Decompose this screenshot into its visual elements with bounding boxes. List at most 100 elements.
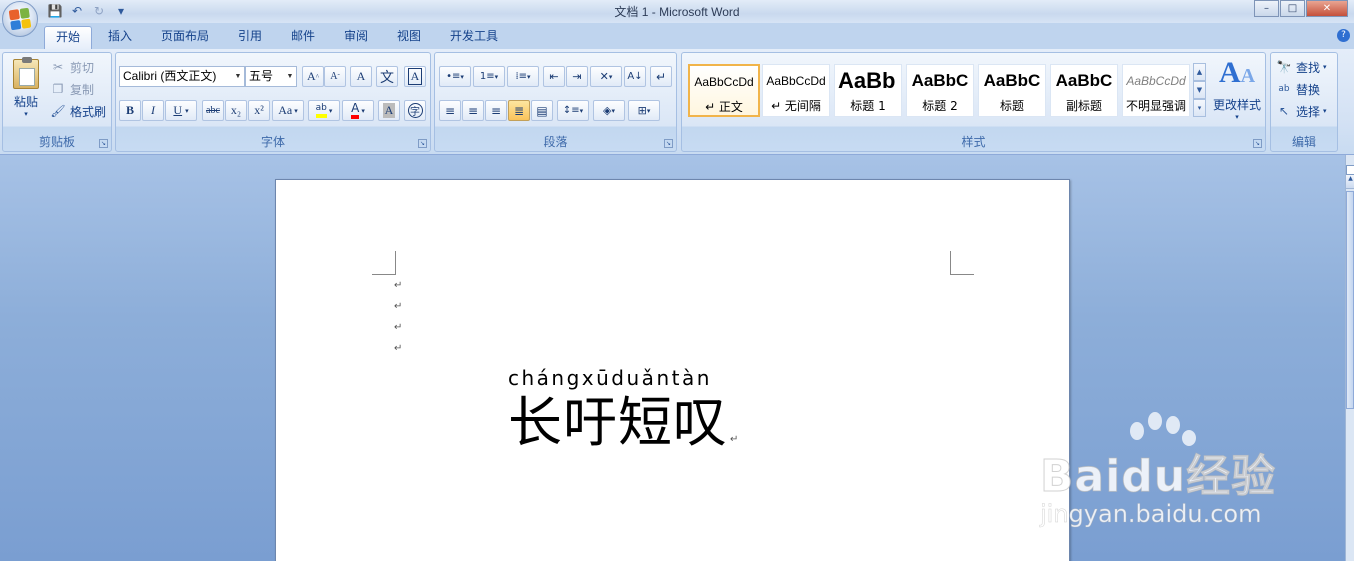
format-painter-button[interactable]: 🖌 格式刷: [49, 101, 106, 121]
font-size-value: 五号: [249, 69, 274, 83]
show-marks-button[interactable]: ↵: [650, 66, 672, 87]
copy-button[interactable]: ❐ 复制: [49, 79, 94, 99]
chevron-down-icon: ▾: [460, 72, 464, 81]
scroll-up-icon[interactable]: ▲: [1346, 175, 1354, 189]
style-sample: AaBbCcDd: [1126, 74, 1186, 88]
numbering-button[interactable]: 1≡ ▾: [473, 66, 505, 87]
office-button[interactable]: [2, 1, 38, 37]
justify-button[interactable]: ≣: [508, 100, 530, 121]
help-icon[interactable]: ?: [1337, 29, 1350, 42]
minimize-button[interactable]: –: [1254, 0, 1279, 17]
bold-button[interactable]: B: [119, 100, 141, 121]
distributed-button[interactable]: ▤: [531, 100, 553, 121]
align-left-icon: ≡: [444, 103, 456, 118]
enclose-characters-button[interactable]: 字: [404, 100, 426, 121]
paint-bucket-icon: ◈: [603, 104, 612, 117]
replace-button[interactable]: ab 替换: [1275, 79, 1320, 99]
shrink-font-button[interactable]: Aˇ: [324, 66, 346, 87]
strikethrough-icon: abc: [206, 105, 220, 116]
cut-button[interactable]: ✂ 剪切: [49, 57, 94, 77]
chinese-layout-button[interactable]: ✕ ▾: [590, 66, 622, 87]
style-sample: AaBbCcDd: [694, 75, 754, 89]
font-size-combo[interactable]: 五号 ▼: [245, 66, 297, 87]
tab-insert[interactable]: 插入: [97, 26, 143, 49]
vertical-scrollbar[interactable]: ▲: [1345, 155, 1354, 561]
ruler-toggle-icon[interactable]: [1346, 165, 1354, 175]
bullets-button[interactable]: •≡ ▾: [439, 66, 471, 87]
watermark-site: jingyan.baidu.com: [1040, 500, 1262, 529]
chevron-down-icon: ▾: [361, 106, 365, 115]
style-item[interactable]: AaBbCcDd ↵ 正文: [688, 64, 760, 117]
select-button[interactable]: ↖ 选择 ▾: [1275, 101, 1327, 121]
borders-button[interactable]: ⊞ ▾: [628, 100, 660, 121]
highlight-button[interactable]: ab ▾: [308, 100, 340, 121]
chevron-down-icon: ▾: [527, 72, 531, 81]
multilevel-list-button[interactable]: ⁞≡ ▾: [507, 66, 539, 87]
chevron-down-icon: ▾: [1323, 107, 1327, 115]
superscript-button[interactable]: x²: [248, 100, 270, 121]
paragraph-mark: ↵: [730, 434, 739, 445]
tab-view[interactable]: 视图: [386, 26, 432, 49]
align-center-button[interactable]: ≡: [462, 100, 484, 121]
font-color-icon: A: [351, 102, 360, 119]
font-launcher-icon[interactable]: ↘: [418, 139, 427, 148]
scroll-up-icon[interactable]: ▲: [1193, 63, 1206, 81]
maximize-button[interactable]: □: [1280, 0, 1305, 17]
subscript-button[interactable]: x₂: [225, 100, 247, 121]
chevron-down-icon[interactable]: ▼: [232, 67, 244, 86]
chevron-down-icon[interactable]: ▼: [284, 67, 296, 86]
change-styles-label: 更改样式: [1212, 98, 1261, 112]
decrease-indent-button[interactable]: ⇤: [543, 66, 565, 87]
office-logo-icon: [8, 7, 32, 31]
tab-developer[interactable]: 开发工具: [439, 26, 509, 49]
change-styles-button[interactable]: AA 更改样式 ▾: [1210, 57, 1264, 127]
document-text[interactable]: 长吁短叹: [508, 390, 728, 456]
clipboard-launcher-icon[interactable]: ↘: [99, 139, 108, 148]
phonetic-guide-button[interactable]: 文: [376, 66, 398, 87]
tab-home[interactable]: 开始: [44, 26, 93, 49]
align-left-button[interactable]: ≡: [439, 100, 461, 121]
close-button[interactable]: ✕: [1306, 0, 1348, 17]
editing-group-label: 编辑: [1291, 135, 1316, 149]
sort-button[interactable]: A↓: [624, 66, 646, 87]
character-border-button[interactable]: A: [404, 66, 426, 87]
style-item[interactable]: AaBbC 标题 2: [906, 64, 974, 117]
cut-label: 剪切: [70, 60, 95, 75]
style-item[interactable]: AaBbCcDd ↵ 无间隔: [762, 64, 830, 117]
paragraph-mark: ↵: [394, 301, 403, 312]
style-item[interactable]: AaBbCcDd 不明显强调: [1122, 64, 1190, 117]
paragraph-launcher-icon[interactable]: ↘: [664, 139, 673, 148]
increase-indent-button[interactable]: ⇥: [566, 66, 588, 87]
scroll-down-icon[interactable]: ▼: [1193, 81, 1206, 99]
more-styles-icon[interactable]: ▾: [1193, 99, 1206, 117]
tab-references[interactable]: 引用: [227, 26, 273, 49]
change-case-button[interactable]: Aa ▾: [272, 100, 304, 121]
pinyin-guide-text[interactable]: chángxūduǎntàn: [508, 366, 712, 390]
grow-font-button[interactable]: A ^: [302, 66, 324, 87]
character-shading-button[interactable]: A: [378, 100, 400, 121]
ribbon-tabs: 开始 插入 页面布局 引用 邮件 审阅 视图 开发工具 ?: [0, 23, 1354, 49]
style-item[interactable]: AaBb 标题 1: [834, 64, 902, 117]
tab-mailings[interactable]: 邮件: [280, 26, 326, 49]
underline-button[interactable]: U ▾: [165, 100, 197, 121]
align-right-button[interactable]: ≡: [485, 100, 507, 121]
style-item[interactable]: AaBbC 副标题: [1050, 64, 1118, 117]
font-name-combo[interactable]: Calibri (西文正文) ▼: [119, 66, 245, 87]
style-item[interactable]: AaBbC 标题: [978, 64, 1046, 117]
increase-indent-icon: ⇥: [572, 70, 582, 83]
clear-format-button[interactable]: A: [350, 66, 372, 87]
italic-button[interactable]: I: [142, 100, 164, 121]
scrollbar-thumb[interactable]: [1346, 191, 1354, 409]
styles-launcher-icon[interactable]: ↘: [1253, 139, 1262, 148]
strikethrough-button[interactable]: abc: [202, 100, 224, 121]
paste-button[interactable]: 粘贴 ▾: [7, 57, 45, 127]
tab-review[interactable]: 审阅: [333, 26, 379, 49]
find-button[interactable]: 🔭 查找 ▾: [1275, 57, 1327, 77]
shading-button[interactable]: ◈ ▾: [593, 100, 625, 121]
copy-label: 复制: [70, 82, 95, 97]
line-spacing-button[interactable]: ↕≡ ▾: [557, 100, 589, 121]
font-color-button[interactable]: A ▾: [342, 100, 374, 121]
tab-page-layout[interactable]: 页面布局: [150, 26, 220, 49]
grow-font-icon: A: [307, 69, 316, 83]
document-page[interactable]: ↵ ↵ ↵ ↵ chángxūduǎntàn 长吁短叹 ↵: [275, 179, 1070, 561]
